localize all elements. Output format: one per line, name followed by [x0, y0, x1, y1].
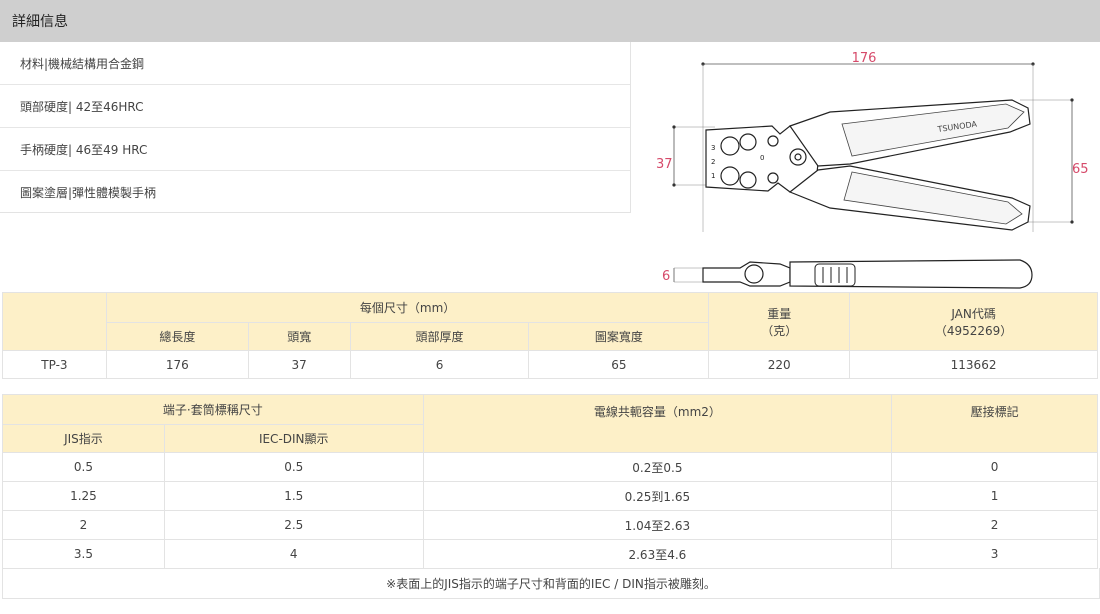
- dim-length-label: 176: [852, 51, 877, 66]
- table-row: 3.5 4 2.63至4.6 3: [2, 539, 1098, 569]
- iec-cell: 1.5: [163, 481, 424, 511]
- spec-coating: 圖案塗層|彈性體模製手柄: [20, 185, 157, 200]
- terminal-group-header: 端子·套筒標稱尺寸: [2, 394, 424, 425]
- iec-cell: 0.5: [163, 452, 424, 482]
- jis-cell: 3.5: [2, 539, 165, 569]
- dim-height-label: 65: [1072, 162, 1089, 177]
- jis-header: JIS指示: [2, 424, 165, 453]
- iec-cell: 4: [163, 539, 424, 569]
- mark-cell: 1: [891, 481, 1098, 511]
- page: 詳細信息 材料|機械結構用合金鋼 頭部硬度| 42至46HRC 手柄硬度| 46…: [0, 0, 1100, 614]
- mark-cell: 2: [891, 510, 1098, 540]
- engraving-note: ※表面上的JIS指示的端子尺寸和背面的IEC / DIN指示被雕刻。: [2, 568, 1100, 599]
- mark-header: 壓接標記: [891, 394, 1098, 453]
- jan-cell: 113662: [849, 350, 1098, 379]
- table-row: 0.5 0.5 0.2至0.5 0: [2, 452, 1098, 482]
- iec-header: IEC-DIN顯示: [163, 424, 424, 453]
- head-width-header: 頭寬: [247, 322, 351, 351]
- svg-text:1: 1: [711, 172, 715, 180]
- table-row: TP-3 176 37 6 65 220 113662: [2, 350, 1098, 379]
- spec-list: 材料|機械結構用合金鋼 頭部硬度| 42至46HRC 手柄硬度| 46至49 H…: [0, 42, 631, 213]
- details-header: 詳細信息: [0, 0, 1100, 42]
- side-view: [702, 259, 1033, 289]
- length-cell: 176: [105, 350, 249, 379]
- head-thickness-cell: 6: [349, 350, 530, 379]
- spec-material: 材料|機械結構用合金鋼: [0, 42, 630, 85]
- weight-cell: 220: [708, 350, 851, 379]
- weight-header: 重量 （克）: [708, 292, 851, 351]
- model-header: [2, 292, 107, 351]
- jan-header: JAN代碼 （4952269）: [849, 292, 1098, 351]
- dim-thickness-label: 6: [662, 269, 670, 284]
- svg-text:0: 0: [760, 154, 764, 162]
- details-title: 詳細信息: [12, 14, 68, 30]
- length-header: 總長度: [105, 322, 249, 351]
- wire-cell: 0.25到1.65: [422, 481, 893, 511]
- mark-cell: 3: [891, 539, 1098, 569]
- iec-cell: 2.5: [163, 510, 424, 540]
- mark-cell: 0: [891, 452, 1098, 482]
- jis-cell: 0.5: [2, 452, 165, 482]
- terminal-table: 端子·套筒標稱尺寸 電線共軛容量（mm2） 壓接標記 JIS指示 IEC-DIN…: [2, 394, 1098, 569]
- pattern-width-cell: 65: [528, 350, 710, 379]
- size-group-header: 每個尺寸（mm）: [105, 292, 710, 323]
- svg-text:2: 2: [711, 158, 715, 166]
- head-width-cell: 37: [247, 350, 351, 379]
- pattern-width-header: 圖案寬度: [528, 322, 710, 351]
- dim-head-width-label: 37: [656, 157, 673, 172]
- wire-cell: 2.63至4.6: [422, 539, 893, 569]
- jis-cell: 1.25: [2, 481, 165, 511]
- model-cell: TP-3: [2, 350, 107, 379]
- table-row: 2 2.5 1.04至2.63 2: [2, 510, 1098, 540]
- head-thickness-header: 頭部厚度: [349, 322, 530, 351]
- size-table: 每個尺寸（mm） 重量 （克） JAN代碼 （4952269） 總長度 頭寬 頭部厚…: [2, 292, 1098, 379]
- wire-cell: 0.2至0.5: [422, 452, 893, 482]
- wire-header: 電線共軛容量（mm2）: [422, 394, 893, 453]
- crimper-drawing: 176 37 65 6 3 2 1 0 TSUNODA: [656, 51, 1089, 289]
- crimper-diagram: 176 37 65 6 3 2 1 0 TSUNODA: [640, 42, 1100, 292]
- jis-cell: 2: [2, 510, 165, 540]
- spec-handle-hardness: 手柄硬度| 46至49 HRC: [0, 128, 630, 171]
- table-row: 1.25 1.5 0.25到1.65 1: [2, 481, 1098, 511]
- wire-cell: 1.04至2.63: [422, 510, 893, 540]
- svg-text:3: 3: [711, 144, 715, 152]
- spec-head-hardness: 頭部硬度| 42至46HRC: [0, 85, 630, 128]
